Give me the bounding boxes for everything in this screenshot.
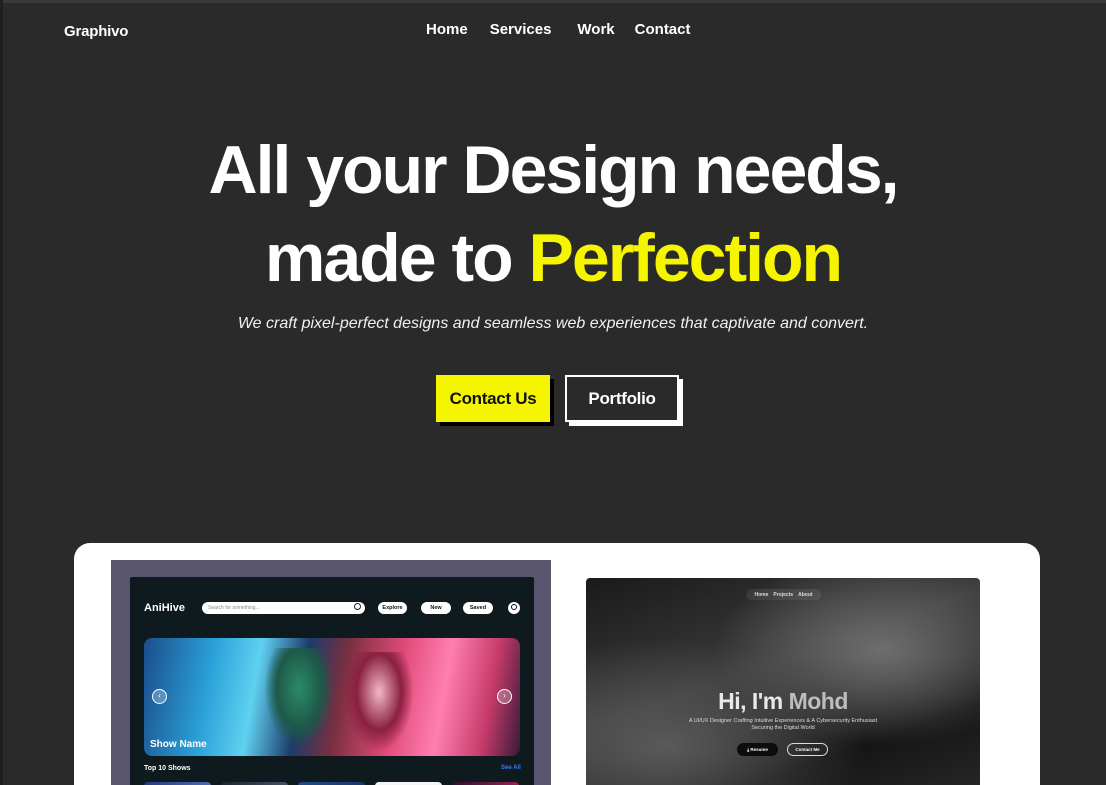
chevron-right-icon: › xyxy=(497,689,512,704)
portfolio-button[interactable]: Portfolio xyxy=(565,375,679,422)
mock-nav-about: About xyxy=(798,591,813,598)
showcase-panel: AniHive Search for something... Explore … xyxy=(74,543,1040,785)
chevron-left-icon: ‹ xyxy=(152,689,167,704)
portfolio-mockup[interactable]: Home Projects About Hi, I'm Mohd A UI/UX… xyxy=(586,578,980,785)
portfolio-desc-line1: A UI/UX Designer Crafting Intuitive Expe… xyxy=(688,718,878,724)
window-left-edge xyxy=(0,0,3,785)
portfolio-mock-nav: Home Projects About xyxy=(746,589,821,600)
nav-work-link[interactable]: Work xyxy=(577,21,614,38)
anihive-saved-pill: Saved xyxy=(463,602,493,614)
mock-resume-label: Resume xyxy=(750,747,768,752)
anihive-search-input: Search for something... xyxy=(202,602,365,614)
hero-title-line1: All your Design needs, xyxy=(208,132,899,208)
anihive-banner: ‹ › Show Name xyxy=(144,638,520,756)
greeting-prefix: Hi, I'm xyxy=(718,688,783,714)
anihive-new-pill: New xyxy=(421,602,451,614)
main-nav: Home Services Work Contact xyxy=(426,21,691,38)
mock-contact-me-button: Contact Me xyxy=(787,743,828,756)
nav-contact-link[interactable]: Contact xyxy=(635,21,691,38)
portfolio-desc-line2: Securing the Digital World xyxy=(751,725,815,731)
brand-logo[interactable]: Graphivo xyxy=(64,23,128,40)
nav-services-link[interactable]: Services xyxy=(490,21,552,38)
top10-heading: Top 10 Shows xyxy=(144,765,191,772)
anihive-mockup[interactable]: AniHive Search for something... Explore … xyxy=(111,560,551,785)
mock-resume-button: ⤓ Resume xyxy=(737,743,778,756)
anihive-search-placeholder: Search for something... xyxy=(208,605,260,611)
window-top-edge xyxy=(0,0,1106,3)
mock-nav-home: Home xyxy=(754,591,769,598)
mock-nav-projects: Projects xyxy=(773,591,794,598)
banner-character-right xyxy=(344,652,414,752)
portfolio-description: A UI/UX Designer Crafting Intuitive Expe… xyxy=(586,718,980,732)
hero-subtitle: We craft pixel-perfect designs and seaml… xyxy=(237,315,869,332)
anihive-screen: AniHive Search for something... Explore … xyxy=(130,577,534,785)
greeting-name: Mohd xyxy=(788,688,849,714)
search-icon xyxy=(354,603,361,610)
nav-home-link[interactable]: Home xyxy=(426,21,468,38)
see-all-link: See All xyxy=(501,765,521,771)
user-icon xyxy=(508,602,520,614)
anihive-logo: AniHive xyxy=(144,602,185,614)
portfolio-greeting: Hi, I'm Mohd xyxy=(586,688,980,715)
banner-show-name: Show Name xyxy=(150,739,207,750)
hero-title-line2: made to Perfection xyxy=(0,224,1106,292)
hero-title-accent: Perfection xyxy=(528,220,844,296)
contact-us-button[interactable]: Contact Us xyxy=(436,375,550,422)
banner-character-left xyxy=(264,648,334,748)
hero-title-prefix: made to xyxy=(264,220,514,296)
anihive-explore-pill: Explore xyxy=(378,602,407,614)
